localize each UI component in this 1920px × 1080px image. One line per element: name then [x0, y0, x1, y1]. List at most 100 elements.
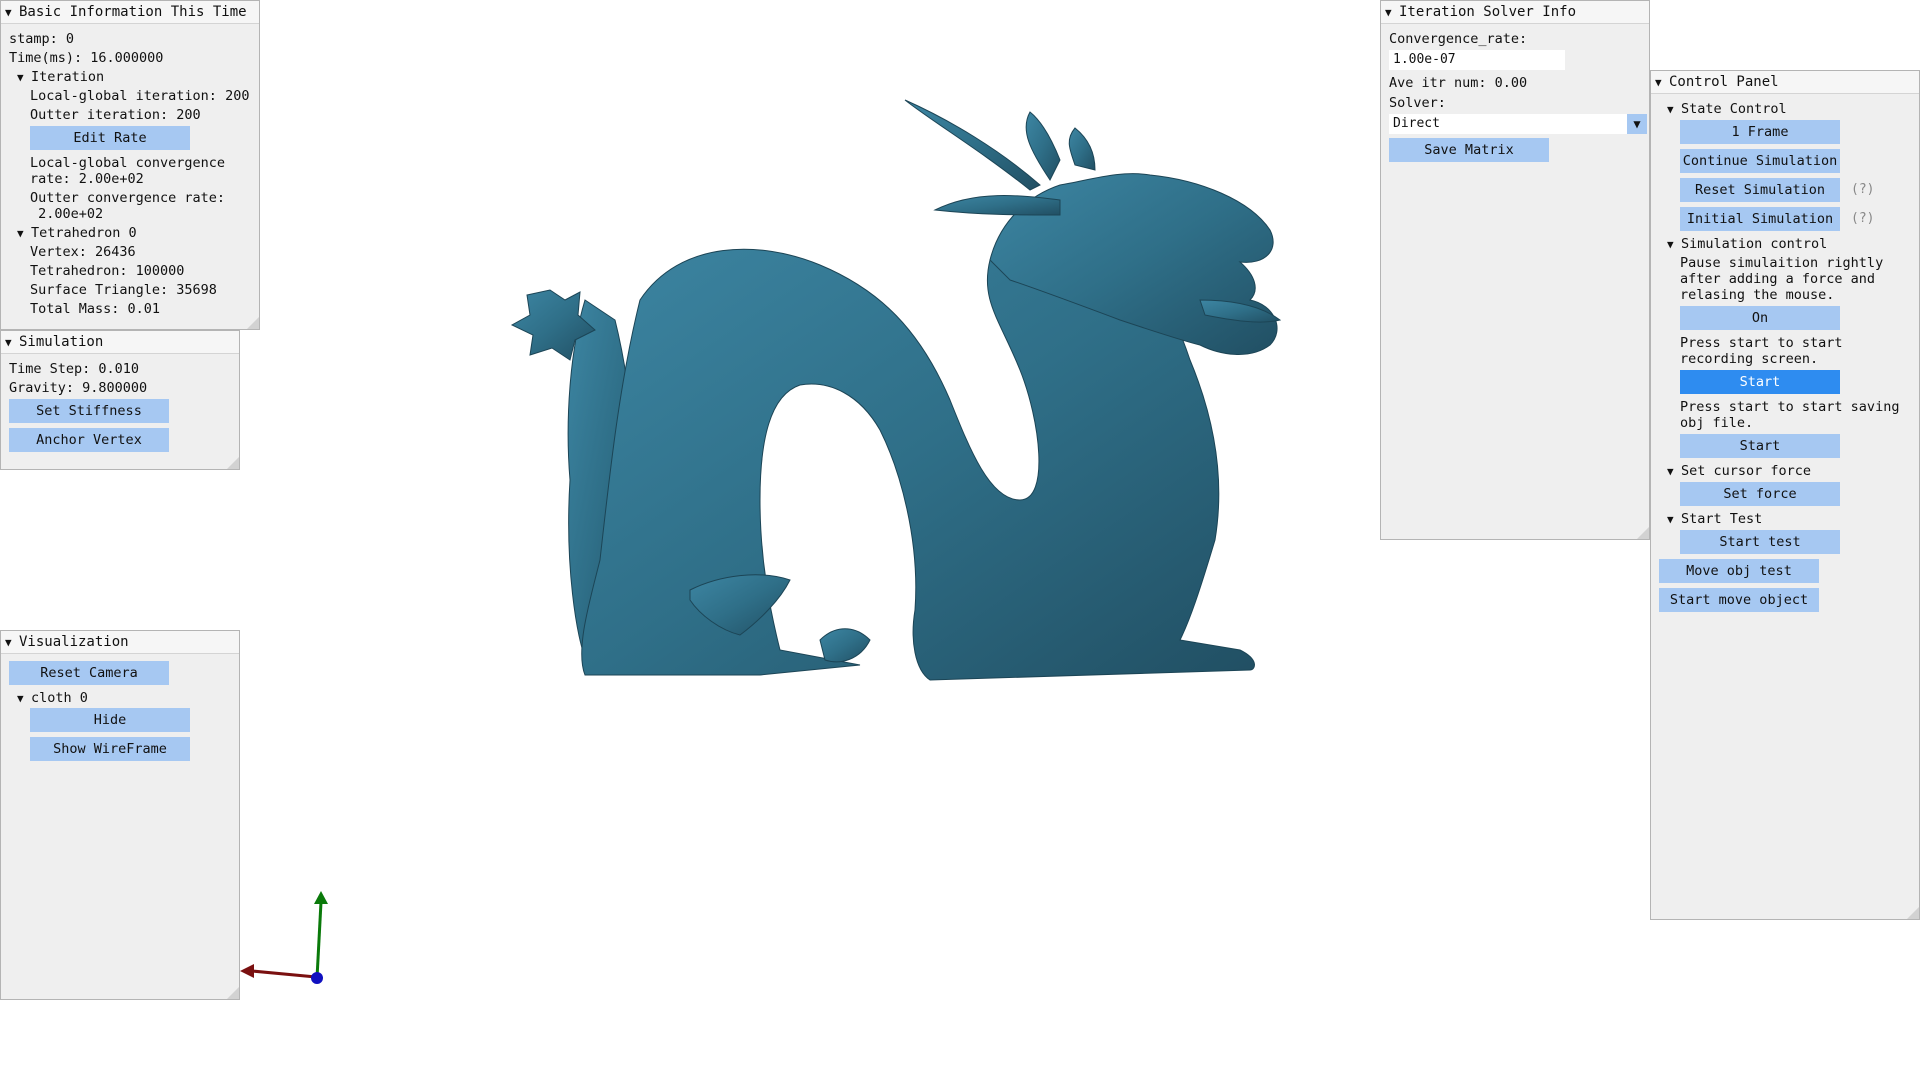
outter-iteration-text: Outter iteration: 200	[30, 107, 201, 123]
collapse-triangle-icon[interactable]: ▼	[1655, 72, 1669, 93]
reset-simulation-button[interactable]: Reset Simulation	[1680, 178, 1840, 202]
resize-grip[interactable]	[1907, 907, 1919, 919]
stamp-text: stamp: 0	[9, 31, 75, 47]
collapse-triangle-icon[interactable]: ▼	[1667, 512, 1681, 528]
state-control-header[interactable]: ▼ State Control	[1667, 101, 1787, 118]
start-move-object-button[interactable]: Start move object	[1659, 588, 1819, 612]
local-global-iteration-text: Local-global iteration: 200	[30, 88, 250, 104]
collapse-triangle-icon[interactable]: ▼	[17, 226, 31, 242]
basic-info-panel: ▼ Basic Information This Time stamp: 0 Ti…	[0, 0, 260, 330]
edit-rate-button[interactable]: Edit Rate	[30, 126, 190, 150]
visualization-title-text: Visualization	[19, 634, 129, 650]
record-text-1: Press start to start	[1680, 335, 1843, 351]
iteration-header-label: Iteration	[31, 69, 105, 85]
collapse-triangle-icon[interactable]: ▼	[17, 691, 31, 707]
axis-x-line	[251, 969, 317, 979]
start-test-header-label: Start Test	[1681, 511, 1763, 527]
time-text: Time(ms): 16.000000	[9, 50, 164, 66]
continue-simulation-button[interactable]: Continue Simulation	[1680, 149, 1840, 173]
surface-triangle-text: Surface Triangle: 35698	[30, 282, 217, 298]
solver-info-title-text: Iteration Solver Info	[1399, 4, 1577, 20]
iteration-header[interactable]: ▼ Iteration	[17, 69, 104, 86]
basic-info-title[interactable]: ▼ Basic Information This Time	[1, 1, 259, 24]
initial-simulation-help-icon[interactable]: (?)	[1851, 211, 1874, 226]
local-global-convergence-text-2: rate: 2.00e+02	[30, 171, 144, 187]
simulation-title-text: Simulation	[19, 334, 104, 350]
pause-text-1: Pause simulaition rightly	[1680, 255, 1884, 271]
collapse-triangle-icon[interactable]: ▼	[5, 632, 19, 653]
reset-simulation-help-icon[interactable]: (?)	[1851, 182, 1874, 197]
anchor-vertex-button[interactable]: Anchor Vertex	[9, 428, 169, 452]
collapse-triangle-icon[interactable]: ▼	[1667, 102, 1681, 118]
axis-y-arrow-icon	[314, 891, 328, 904]
save-obj-text-1: Press start to start saving	[1680, 399, 1900, 415]
collapse-triangle-icon[interactable]: ▼	[1667, 464, 1681, 480]
simulation-control-header-label: Simulation control	[1681, 236, 1828, 252]
pause-text-2: after adding a force and	[1680, 271, 1876, 287]
convergence-rate-input[interactable]: 1.00e-07	[1389, 50, 1565, 70]
save-matrix-button[interactable]: Save Matrix	[1389, 138, 1549, 162]
start-test-button[interactable]: Start test	[1680, 530, 1840, 554]
axis-x-arrow-icon	[240, 964, 254, 978]
solver-select[interactable]: Direct	[1389, 114, 1629, 134]
cursor-force-header-label: Set cursor force	[1681, 463, 1812, 479]
tetrahedron-header-label: Tetrahedron 0	[31, 225, 137, 241]
dragon-model[interactable]	[510, 99, 1282, 681]
set-force-button[interactable]: Set force	[1680, 482, 1840, 506]
one-frame-button[interactable]: 1 Frame	[1680, 120, 1840, 144]
resize-grip[interactable]	[247, 317, 259, 329]
resize-grip[interactable]	[227, 457, 239, 469]
basic-info-title-text: Basic Information This Time	[19, 4, 247, 20]
record-text-2: recording screen.	[1680, 351, 1819, 367]
collapse-triangle-icon[interactable]: ▼	[5, 2, 19, 23]
collapse-triangle-icon[interactable]: ▼	[1667, 237, 1681, 253]
total-mass-text: Total Mass: 0.01	[30, 301, 161, 317]
pause-toggle-button[interactable]: On	[1680, 306, 1840, 330]
set-stiffness-button[interactable]: Set Stiffness	[9, 399, 169, 423]
outter-convergence-text-1: Outter convergence rate:	[30, 190, 226, 206]
local-global-convergence-text-1: Local-global convergence	[30, 155, 226, 171]
control-panel-title[interactable]: ▼ Control Panel	[1651, 71, 1919, 94]
simulation-title[interactable]: ▼ Simulation	[1, 331, 239, 354]
visualization-title[interactable]: ▼ Visualization	[1, 631, 239, 654]
solver-info-panel: ▼ Iteration Solver Info Convergence_rate:…	[1380, 0, 1650, 540]
convergence-rate-label: Convergence_rate:	[1389, 31, 1528, 47]
control-panel: ▼ Control Panel ▼ State Control 1 Frame Co…	[1650, 70, 1920, 920]
tetrahedron-header[interactable]: ▼ Tetrahedron 0	[17, 225, 137, 242]
vertex-text: Vertex: 26436	[30, 244, 136, 260]
axis-gizmo	[240, 891, 328, 984]
save-obj-text-2: obj file.	[1680, 415, 1754, 431]
simulation-panel: ▼ Simulation Time Step: 0.010 Gravity: 9.…	[0, 330, 240, 470]
axis-y-line	[315, 901, 323, 979]
collapse-triangle-icon[interactable]: ▼	[5, 332, 19, 353]
cursor-force-header[interactable]: ▼ Set cursor force	[1667, 463, 1811, 480]
control-panel-title-text: Control Panel	[1669, 74, 1779, 90]
time-step-text: Time Step: 0.010	[9, 361, 140, 377]
show-wireframe-button[interactable]: Show WireFrame	[30, 737, 190, 761]
state-control-header-label: State Control	[1681, 101, 1787, 117]
cloth-header-label: cloth 0	[31, 690, 88, 706]
outter-convergence-text-2: 2.00e+02	[30, 206, 104, 222]
start-test-header[interactable]: ▼ Start Test	[1667, 511, 1762, 528]
simulation-control-header[interactable]: ▼ Simulation control	[1667, 236, 1827, 253]
resize-grip[interactable]	[1637, 527, 1649, 539]
initial-simulation-button[interactable]: Initial Simulation	[1680, 207, 1840, 231]
start-recording-button[interactable]: Start	[1680, 370, 1840, 394]
gravity-text: Gravity: 9.800000	[9, 380, 148, 396]
solver-info-title[interactable]: ▼ Iteration Solver Info	[1381, 1, 1649, 24]
solver-label: Solver:	[1389, 95, 1446, 111]
solver-select-arrow-icon[interactable]: ▼	[1627, 114, 1647, 134]
hide-button[interactable]: Hide	[30, 708, 190, 732]
collapse-triangle-icon[interactable]: ▼	[1385, 2, 1399, 23]
reset-camera-button[interactable]: Reset Camera	[9, 661, 169, 685]
ave-itr-text: Ave itr num: 0.00	[1389, 75, 1528, 91]
pause-text-3: relasing the mouse.	[1680, 287, 1835, 303]
axis-z-dot	[311, 972, 323, 984]
tetrahedron-text: Tetrahedron: 100000	[30, 263, 185, 279]
collapse-triangle-icon[interactable]: ▼	[17, 70, 31, 86]
cloth-header[interactable]: ▼ cloth 0	[17, 690, 88, 707]
move-obj-test-button[interactable]: Move obj test	[1659, 559, 1819, 583]
resize-grip[interactable]	[227, 987, 239, 999]
visualization-panel: ▼ Visualization Reset Camera ▼ cloth 0 Hid…	[0, 630, 240, 1000]
start-saving-obj-button[interactable]: Start	[1680, 434, 1840, 458]
